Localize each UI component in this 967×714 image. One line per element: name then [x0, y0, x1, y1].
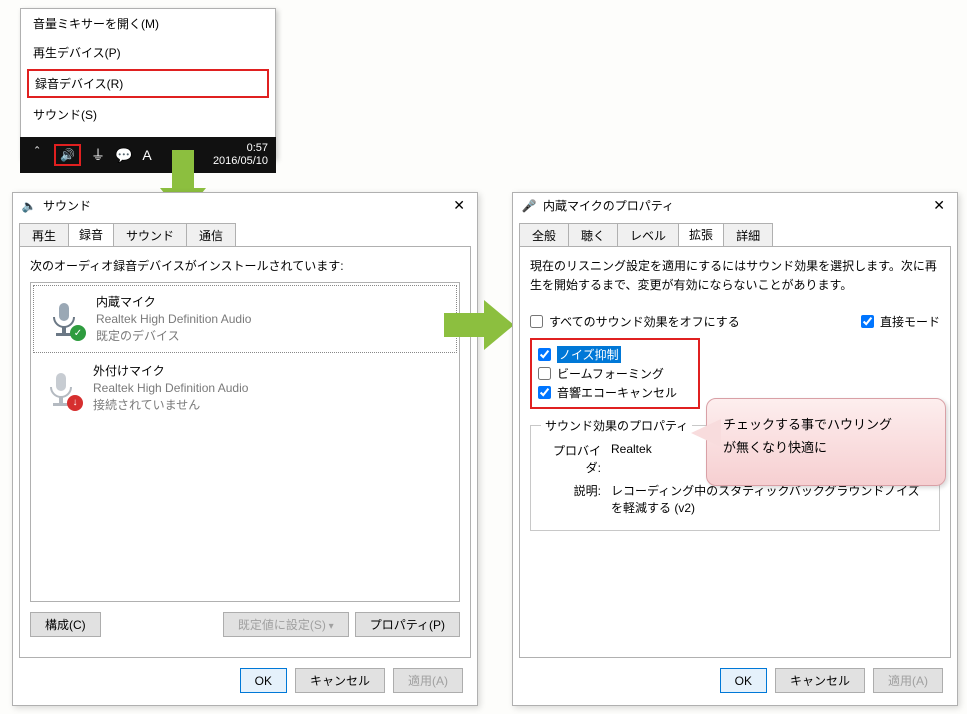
menu-item-mixer[interactable]: 音量ミキサーを開く(M) [21, 9, 275, 38]
ok-button[interactable]: OK [240, 668, 287, 693]
effects-list: ノイズ抑制 ビームフォーミング 音響エコーキャンセル [530, 338, 700, 409]
direct-mode-label: 直接モード [880, 313, 940, 330]
ok-button[interactable]: OK [720, 668, 767, 693]
taskbar: ＾ 🔊 ⏚ 💬 A 0:57 2016/05/10 [20, 137, 276, 173]
effect-label: ビームフォーミング [557, 365, 664, 382]
menu-item-recording[interactable]: 録音デバイス(R) [27, 69, 269, 98]
sound-tab-body: 次のオーディオ録音デバイスがインストールされています: ✓ 内蔵マイク Real… [19, 246, 471, 658]
set-default-button[interactable]: 既定値に設定(S) [223, 612, 349, 637]
sound-dialog-buttons: OK キャンセル 適用(A) [13, 668, 463, 693]
device-driver: Realtek High Definition Audio [93, 380, 248, 397]
callout-line1: チェックする事でハウリング [723, 413, 929, 436]
callout-line2: が無くなり快適に [723, 436, 929, 459]
device-row-internal-mic[interactable]: ✓ 内蔵マイク Realtek High Definition Audio 既定… [33, 285, 457, 353]
speaker-glyph: 🔊 [60, 148, 75, 162]
effect-label: ノイズ抑制 [557, 346, 621, 363]
sound-dialog: 🔈 サウンド ✕ 再生 録音 サウンド 通信 次のオーディオ録音デバイスがインス… [12, 192, 478, 706]
sound-titlebar: 🔈 サウンド ✕ [13, 193, 477, 220]
recording-device-list: ✓ 内蔵マイク Realtek High Definition Audio 既定… [30, 282, 460, 602]
mic-icon: ✓ [44, 299, 84, 339]
mic-window-icon: 🎤 [521, 198, 537, 214]
fieldset-legend: サウンド効果のプロパティ [541, 417, 692, 434]
tab-listen[interactable]: 聴く [568, 223, 618, 247]
device-row-external-mic[interactable]: ↓ 外付けマイク Realtek High Definition Audio 接… [31, 355, 459, 421]
apply-button[interactable]: 適用(A) [873, 668, 943, 693]
tab-playback[interactable]: 再生 [19, 223, 69, 247]
properties-tabs: 全般 聴く レベル 拡張 詳細 [513, 222, 957, 246]
properties-titlebar: 🎤 内蔵マイクのプロパティ ✕ [513, 193, 957, 220]
tab-enhancements[interactable]: 拡張 [678, 223, 724, 247]
tab-communications[interactable]: 通信 [186, 223, 236, 247]
notification-icon[interactable]: 💬 [115, 147, 132, 164]
ime-icon[interactable]: A [142, 147, 151, 163]
disable-all-effects-label: すべてのサウンド効果をオフにする [549, 313, 740, 330]
speaker-icon[interactable]: 🔊 [54, 144, 81, 166]
description-label: 説明: [543, 482, 611, 516]
cancel-button[interactable]: キャンセル [295, 668, 385, 693]
status-badge-ok: ✓ [70, 325, 86, 341]
menu-item-playback[interactable]: 再生デバイス(P) [21, 38, 275, 67]
close-button[interactable]: ✕ [447, 197, 471, 214]
tab-levels[interactable]: レベル [617, 223, 679, 247]
description-value: レコーディング中のスタティックバックグラウンドノイズを軽減する (v2) [611, 482, 927, 516]
properties-window-title: 内蔵マイクのプロパティ [543, 197, 674, 214]
device-status: 既定のデバイス [96, 328, 251, 345]
cancel-button[interactable]: キャンセル [775, 668, 865, 693]
close-button[interactable]: ✕ [927, 197, 951, 214]
configure-button[interactable]: 構成(C) [30, 612, 101, 637]
clock-date: 2016/05/10 [213, 155, 268, 168]
tab-recording[interactable]: 録音 [68, 223, 114, 247]
enhancements-note: 現在のリスニング設定を適用にするにはサウンド効果を選択します。次に再生を開始する… [530, 257, 940, 295]
sound-tabs: 再生 録音 サウンド 通信 [13, 222, 477, 246]
disable-all-effects-checkbox[interactable]: すべてのサウンド効果をオフにする [530, 313, 740, 330]
clock-time: 0:57 [213, 142, 268, 155]
flow-arrow-right [444, 300, 520, 350]
device-name: 外付けマイク [93, 363, 248, 380]
status-badge-down: ↓ [67, 395, 83, 411]
system-tray: ＾ 🔊 ⏚ 💬 A [20, 144, 152, 166]
device-status: 接続されていません [93, 397, 248, 414]
tab-sounds[interactable]: サウンド [113, 223, 187, 247]
tab-advanced[interactable]: 詳細 [723, 223, 773, 247]
annotation-callout: チェックする事でハウリング が無くなり快適に [706, 398, 946, 486]
direct-mode-checkbox[interactable]: 直接モード [861, 313, 940, 330]
properties-button[interactable]: プロパティ(P) [355, 612, 460, 637]
sound-window-icon: 🔈 [21, 198, 37, 214]
mic-icon: ↓ [41, 369, 81, 409]
device-name: 内蔵マイク [96, 294, 251, 311]
effect-noise-suppression[interactable]: ノイズ抑制 [538, 346, 692, 363]
provider-label: プロバイダ: [543, 442, 611, 476]
device-driver: Realtek High Definition Audio [96, 311, 251, 328]
menu-item-sounds[interactable]: サウンド(S) [21, 100, 275, 129]
tray-chevron-icon[interactable]: ＾ [30, 145, 44, 165]
properties-dialog-buttons: OK キャンセル 適用(A) [513, 668, 943, 693]
taskbar-clock[interactable]: 0:57 2016/05/10 [213, 142, 276, 168]
wifi-icon[interactable]: ⏚ [91, 145, 105, 165]
recording-instruction: 次のオーディオ録音デバイスがインストールされています: [30, 257, 460, 274]
effect-beam-forming[interactable]: ビームフォーミング [538, 365, 692, 382]
tab-general[interactable]: 全般 [519, 223, 569, 247]
sound-window-title: サウンド [43, 197, 91, 214]
effect-label: 音響エコーキャンセル [557, 384, 677, 401]
sound-inner-buttons: 構成(C) 既定値に設定(S) プロパティ(P) [30, 612, 460, 637]
effect-echo-cancel[interactable]: 音響エコーキャンセル [538, 384, 692, 401]
apply-button[interactable]: 適用(A) [393, 668, 463, 693]
